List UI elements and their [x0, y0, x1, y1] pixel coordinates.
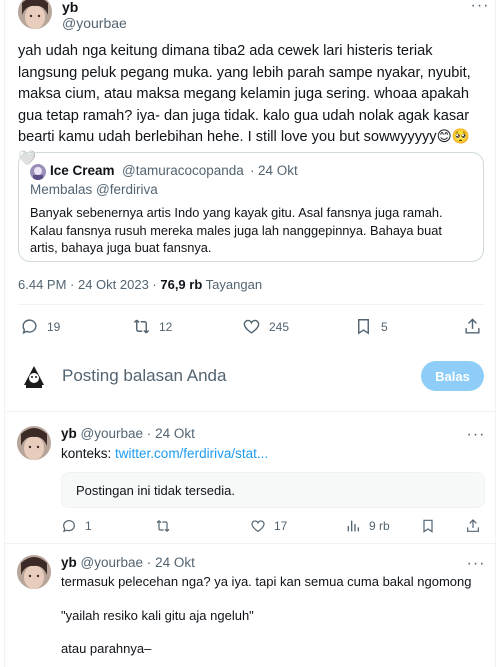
more-glyph: ···	[470, 0, 490, 14]
quote-avatar	[30, 164, 46, 180]
tweet-meta: 6.44 PM · 24 Okt 2023 · 76,9 rb Tayangan	[18, 277, 262, 292]
quote-text: Banyak sebenernya artis Indo yang kayak …	[30, 205, 443, 255]
reply-avatar[interactable]	[17, 555, 51, 589]
reply-date[interactable]: 24 Okt	[155, 555, 195, 570]
reply-icon	[63, 520, 75, 533]
reply-text-line: "yailah resiko kali gitu aja ngeluh"	[61, 608, 254, 623]
reply-icon	[22, 319, 37, 335]
reply-views-count: 9 rb	[369, 519, 390, 533]
quoted-tweet[interactable]: Ice Cream @tamuracocopanda · 24 Okt Memb…	[18, 152, 484, 262]
share-icon	[465, 318, 480, 334]
more-glyph: ···	[466, 555, 486, 572]
unavailable-post-notice: Postingan ini tidak tersedia.	[61, 472, 485, 508]
views-label: Tayangan	[205, 277, 263, 292]
reply-avatar[interactable]	[17, 426, 51, 460]
meta-divider	[18, 304, 484, 305]
retweet-count: 12	[159, 319, 173, 334]
tweet-timestamp[interactable]: 6.44 PM · 24 Okt 2023 ·	[18, 277, 157, 292]
bookmark-icon	[423, 519, 433, 533]
reply-author-name[interactable]: yb	[61, 555, 77, 570]
reply-text: konteks: twitter.com/ferdiriva/stat...	[61, 446, 268, 461]
reply-separator: ·	[146, 426, 152, 441]
reply-reply-count: 1	[85, 519, 92, 533]
reply-button[interactable]: 19	[20, 317, 60, 336]
reply-date[interactable]: 24 Okt	[155, 426, 195, 441]
quote-author-handle: @tamuracocopanda	[122, 163, 244, 178]
retweet-button[interactable]: 12	[132, 317, 172, 336]
reply-context-link[interactable]: twitter.com/ferdiriva/stat...	[115, 446, 268, 461]
reply-retweet-button[interactable]	[155, 518, 171, 534]
reply-context-label: konteks:	[61, 446, 112, 461]
retweet-icon	[156, 520, 170, 532]
share-button[interactable]	[463, 317, 482, 336]
reply-text-line: atau parahnya–	[61, 641, 152, 656]
like-button[interactable]: 245	[242, 317, 289, 336]
author-handle[interactable]: @yourbae	[62, 15, 127, 31]
share-icon	[467, 519, 479, 532]
bookmark-icon	[358, 319, 369, 335]
quote-author-name: Ice Cream	[50, 163, 115, 178]
analytics-icon	[347, 520, 359, 532]
more-options-icon[interactable]: ···	[470, 0, 490, 16]
reply-more-options-icon[interactable]: ···	[466, 425, 486, 445]
retweet-icon	[133, 319, 150, 334]
reply-text-line: termasuk pelecehan nga? ya iya. tapi kan…	[61, 574, 472, 589]
reply-separator: ·	[146, 555, 152, 570]
heart-icon	[243, 319, 260, 334]
composer-avatar[interactable]	[17, 359, 51, 393]
heart-icon	[251, 520, 265, 533]
more-glyph: ···	[466, 426, 486, 443]
reply-author-name[interactable]: yb	[61, 426, 77, 441]
quote-reply-to: Membalas @ferdiriva	[30, 182, 158, 197]
reply-header: yb @yourbae · 24 Okt	[61, 426, 195, 441]
reply-divider	[4, 543, 496, 544]
composer-divider	[4, 411, 496, 412]
quote-separator: ·	[250, 163, 255, 178]
bookmark-count: 5	[381, 319, 388, 334]
bookmark-button[interactable]: 5	[354, 317, 388, 336]
reply-bookmark-button[interactable]	[420, 518, 436, 534]
reply-reply-button[interactable]: 1	[61, 518, 92, 534]
views-count: 76,9 rb	[160, 277, 203, 292]
reply-submit-button[interactable]: Balas	[421, 361, 484, 391]
reply-author-handle[interactable]: @yourbae	[81, 555, 144, 570]
reply-views-button[interactable]: 9 rb	[345, 518, 390, 534]
reply-share-button[interactable]	[465, 518, 481, 534]
author-name[interactable]: yb	[62, 0, 78, 15]
reply-composer-input[interactable]: Posting balasan Anda	[62, 366, 226, 386]
tweet-text: yah udah nga keitung dimana tiba2 ada ce…	[18, 43, 471, 167]
like-count: 245	[269, 319, 290, 334]
reply-like-button[interactable]: 17	[250, 518, 287, 534]
reply-more-options-icon[interactable]: ···	[466, 554, 486, 574]
reply-count: 19	[47, 319, 61, 334]
reply-header: yb @yourbae · 24 Okt	[61, 555, 195, 570]
quote-date: 24 Okt	[258, 163, 298, 178]
reply-author-handle[interactable]: @yourbae	[81, 426, 144, 441]
reply-like-count: 17	[274, 519, 288, 533]
